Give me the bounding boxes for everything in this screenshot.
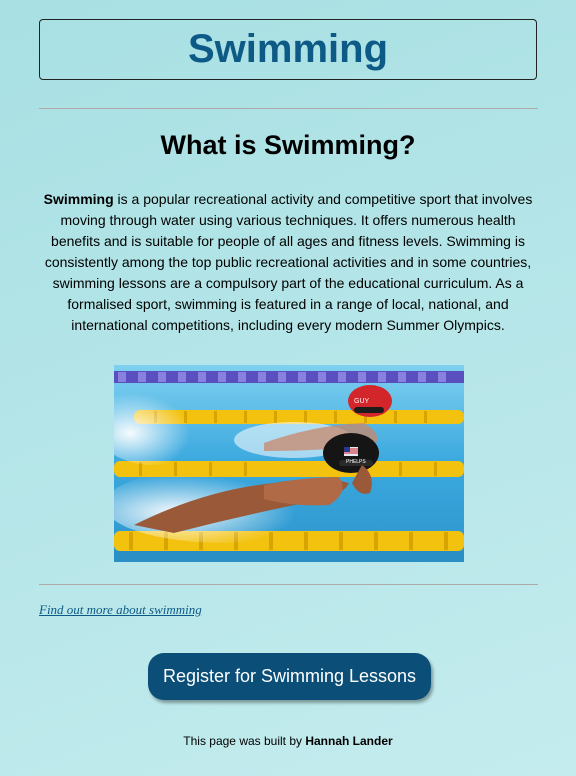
swimmer-cap-front-text: PHELPS: [346, 459, 366, 465]
footer-prefix: This page was built by: [183, 734, 306, 748]
site-title: Swimming: [187, 27, 389, 71]
intro-bold-term: Swimming: [43, 191, 114, 207]
section-heading: What is Swimming?: [160, 130, 416, 160]
intro-text: is a popular recreational activity and c…: [44, 191, 533, 333]
swimmer-cap-back-text: GUY: [354, 398, 370, 405]
page-footer: This page was built by Hannah Lander: [0, 734, 576, 748]
swimming-photo: GUY PHELPS: [114, 365, 464, 562]
divider-top: [39, 108, 538, 109]
page-header: Swimming: [39, 19, 537, 80]
divider-bottom: [39, 584, 538, 585]
register-button[interactable]: Register for Swimming Lessons: [148, 653, 431, 700]
intro-paragraph: Swimming is a popular recreational activ…: [42, 189, 534, 336]
footer-author: Hannah Lander: [305, 734, 393, 748]
find-out-more-link[interactable]: Find out more about swimming: [39, 602, 202, 618]
